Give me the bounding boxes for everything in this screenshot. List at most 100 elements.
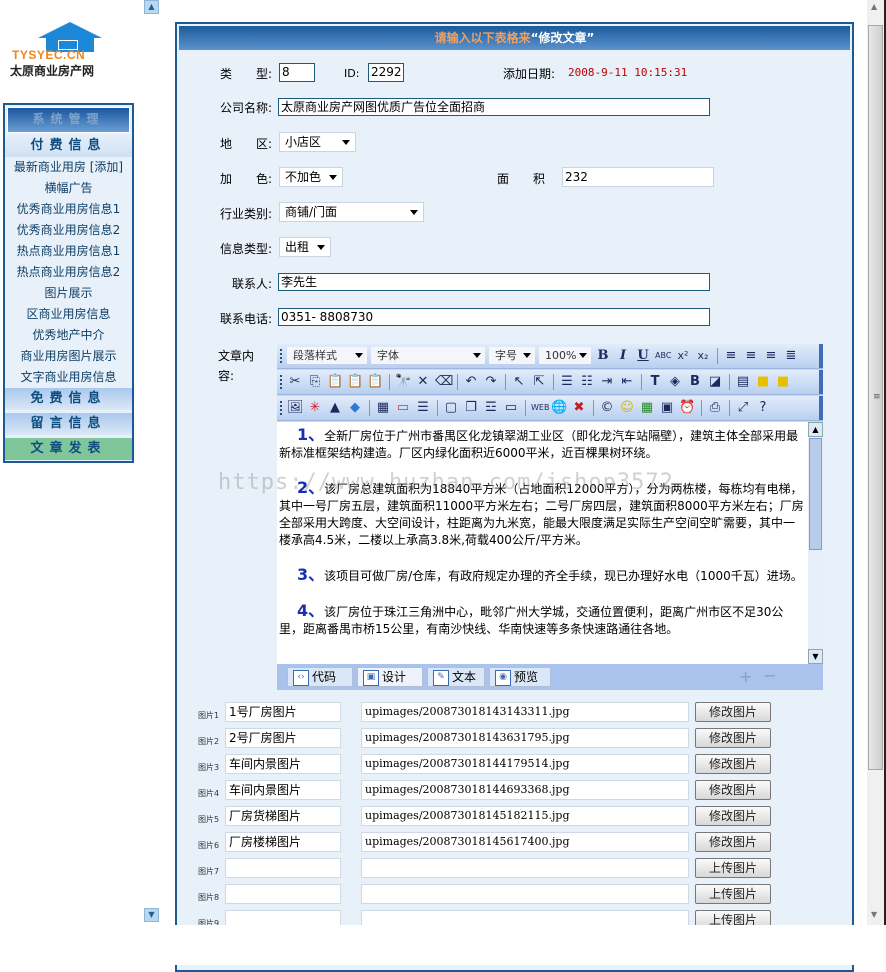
sidebar-group-paid[interactable]: 付费信息 <box>5 135 132 157</box>
sidebar-item[interactable]: 横幅广告 <box>5 178 132 199</box>
eraser-icon[interactable]: ⌫ <box>435 374 453 390</box>
image-action-button[interactable]: 修改图片 <box>695 832 771 852</box>
find-icon[interactable]: 🔭 <box>395 374 411 390</box>
company-input[interactable]: 太原商业房产网图优质广告位全面招商 <box>278 98 710 116</box>
font-size-select[interactable]: 字号 <box>489 347 535 364</box>
sidebar-item[interactable]: 文字商业用房信息 <box>5 367 132 388</box>
align-justify-icon[interactable]: ≣ <box>783 348 799 364</box>
font-select[interactable]: 字体 <box>371 347 485 364</box>
paste-icon[interactable]: 📋 <box>327 374 343 390</box>
editor-scrollbar[interactable]: ▲ ▼ <box>808 422 823 664</box>
outdent-icon[interactable]: ⇤ <box>619 374 635 390</box>
delete-icon[interactable]: ✕ <box>415 374 431 390</box>
image-path-input[interactable] <box>361 884 689 904</box>
cut-icon[interactable]: ✂ <box>287 374 303 390</box>
color-select[interactable]: 不加色 <box>279 167 343 187</box>
type-input[interactable]: 8 <box>279 63 315 82</box>
paragraph-style-select[interactable]: 段落样式 <box>287 347 367 364</box>
align-right-icon[interactable]: ≡ <box>763 348 779 364</box>
image-name-input[interactable]: 2号厂房图片 <box>225 728 341 748</box>
anchor-link-icon[interactable]: 🌐 <box>551 400 567 416</box>
hyperlink-icon[interactable]: WEB <box>531 400 549 416</box>
redo-icon[interactable]: ↷ <box>483 374 499 390</box>
image-name-input[interactable] <box>225 858 341 878</box>
date-icon[interactable]: ▣ <box>659 400 675 416</box>
paste-text-icon[interactable]: 📋 <box>347 374 363 390</box>
editor-mode-tab[interactable]: ▣ 设计 <box>357 667 423 687</box>
help-icon[interactable]: ? <box>755 400 771 416</box>
sidebar-item[interactable]: 图片展示 <box>5 283 132 304</box>
image-action-button[interactable]: 上传图片 <box>695 884 771 904</box>
excel-icon[interactable]: ▦ <box>639 400 655 416</box>
layer-icon[interactable]: ■ <box>755 374 771 390</box>
strikethrough-icon[interactable]: ABC <box>655 348 671 364</box>
sidebar-item[interactable]: 优秀商业用房信息2 <box>5 220 132 241</box>
editor-mode-tab[interactable]: ‹› 代码 <box>287 667 353 687</box>
image-action-button[interactable]: 修改图片 <box>695 702 771 722</box>
info-type-select[interactable]: 出租 <box>279 237 331 257</box>
align-left-icon[interactable]: ≡ <box>723 348 739 364</box>
contact-input[interactable]: 李先生 <box>278 273 710 291</box>
insert-flash-icon[interactable]: ✳ <box>307 400 323 416</box>
scroll-down-icon[interactable]: ▼ <box>808 649 823 664</box>
time-icon[interactable]: ⏰ <box>679 400 695 416</box>
unordered-list-icon[interactable]: ☷ <box>579 374 595 390</box>
zoom-select[interactable]: 100% <box>539 347 591 364</box>
insert-image-icon[interactable]: 🖼 <box>287 400 304 416</box>
fieldset-icon[interactable]: ▢ <box>443 400 459 416</box>
deselect-icon[interactable]: ⇱ <box>531 374 547 390</box>
horizontal-rule-icon[interactable]: ☲ <box>483 400 499 416</box>
phone-input[interactable]: 0351- 8808730 <box>278 308 710 326</box>
toolbar-grip[interactable] <box>280 401 284 415</box>
image-action-button[interactable]: 修改图片 <box>695 780 771 800</box>
editor-scroll-thumb[interactable] <box>809 438 822 550</box>
undo-icon[interactable]: ↶ <box>463 374 479 390</box>
image-name-input[interactable]: 厂房货梯图片 <box>225 806 341 826</box>
border-color-icon[interactable]: ◪ <box>707 374 723 390</box>
editor-content[interactable]: 1、全新厂房位于广州市番禺区化龙镇翠湖工业区（即化龙汽车站隔壁），建筑主体全部采… <box>277 422 808 664</box>
page-break-icon[interactable]: ⎙ <box>707 400 723 416</box>
sidebar-item[interactable]: 优秀商业用房信息1 <box>5 199 132 220</box>
image-path-input[interactable]: upimages/200873018145617400.jpg <box>361 832 689 852</box>
image-path-input[interactable] <box>361 858 689 878</box>
image-action-button[interactable]: 上传图片 <box>695 858 771 878</box>
sidebar-header-system[interactable]: 系统管理 <box>7 107 130 133</box>
image-name-input[interactable]: 车间内景图片 <box>225 754 341 774</box>
left-frame-scroll-down[interactable]: ▼ <box>144 908 159 922</box>
fullscreen-icon[interactable]: ⤢ <box>735 400 751 416</box>
subscript-icon[interactable]: x₂ <box>695 348 711 364</box>
scroll-down-icon[interactable]: ▼ <box>871 910 877 919</box>
district-select[interactable]: 小店区 <box>279 132 356 152</box>
insert-table-icon[interactable]: ▦ <box>375 400 391 416</box>
underline-icon[interactable]: U <box>635 348 651 364</box>
sidebar-item[interactable]: 优秀地产中介 <box>5 325 132 346</box>
image-action-button[interactable]: 修改图片 <box>695 754 771 774</box>
image-action-button[interactable]: 修改图片 <box>695 728 771 748</box>
editor-mode-tab[interactable]: ◉ 预览 <box>489 667 551 687</box>
marquee-icon[interactable]: ▭ <box>503 400 519 416</box>
image-name-input[interactable] <box>225 884 341 904</box>
scroll-up-icon[interactable]: ▲ <box>808 422 823 437</box>
table-cell-icon[interactable]: ▭ <box>395 400 411 416</box>
page-scrollbar[interactable]: ▲ ≡ ▼ <box>867 0 884 925</box>
highlight-color-icon[interactable]: ◈ <box>667 374 683 390</box>
scroll-up-icon[interactable]: ▲ <box>871 2 877 11</box>
background-color-icon[interactable]: B <box>687 374 703 390</box>
sidebar-group-articles[interactable]: 文章发表 <box>5 438 132 460</box>
shrink-editor-icon[interactable]: − <box>763 666 776 685</box>
editor-mode-tab[interactable]: ✎ 文本 <box>427 667 485 687</box>
toolbar-grip[interactable] <box>280 349 284 363</box>
image-action-button[interactable]: 修改图片 <box>695 806 771 826</box>
paragraph-border-icon[interactable]: ▤ <box>735 374 751 390</box>
emoticon-icon[interactable]: ☺ <box>619 400 635 416</box>
indent-icon[interactable]: ⇥ <box>599 374 615 390</box>
sidebar-item[interactable]: 热点商业用房信息1 <box>5 241 132 262</box>
area-input[interactable]: 232 <box>562 167 714 187</box>
toolbar-grip[interactable] <box>280 375 284 389</box>
sidebar-group-free[interactable]: 免费信息 <box>5 388 132 410</box>
image-path-input[interactable]: upimages/200873018143631795.jpg <box>361 728 689 748</box>
sidebar-group-messages[interactable]: 留言信息 <box>5 413 132 435</box>
image-path-input[interactable]: upimages/200873018144693368.jpg <box>361 780 689 800</box>
align-center-icon[interactable]: ≡ <box>743 348 759 364</box>
superscript-icon[interactable]: x² <box>675 348 691 364</box>
